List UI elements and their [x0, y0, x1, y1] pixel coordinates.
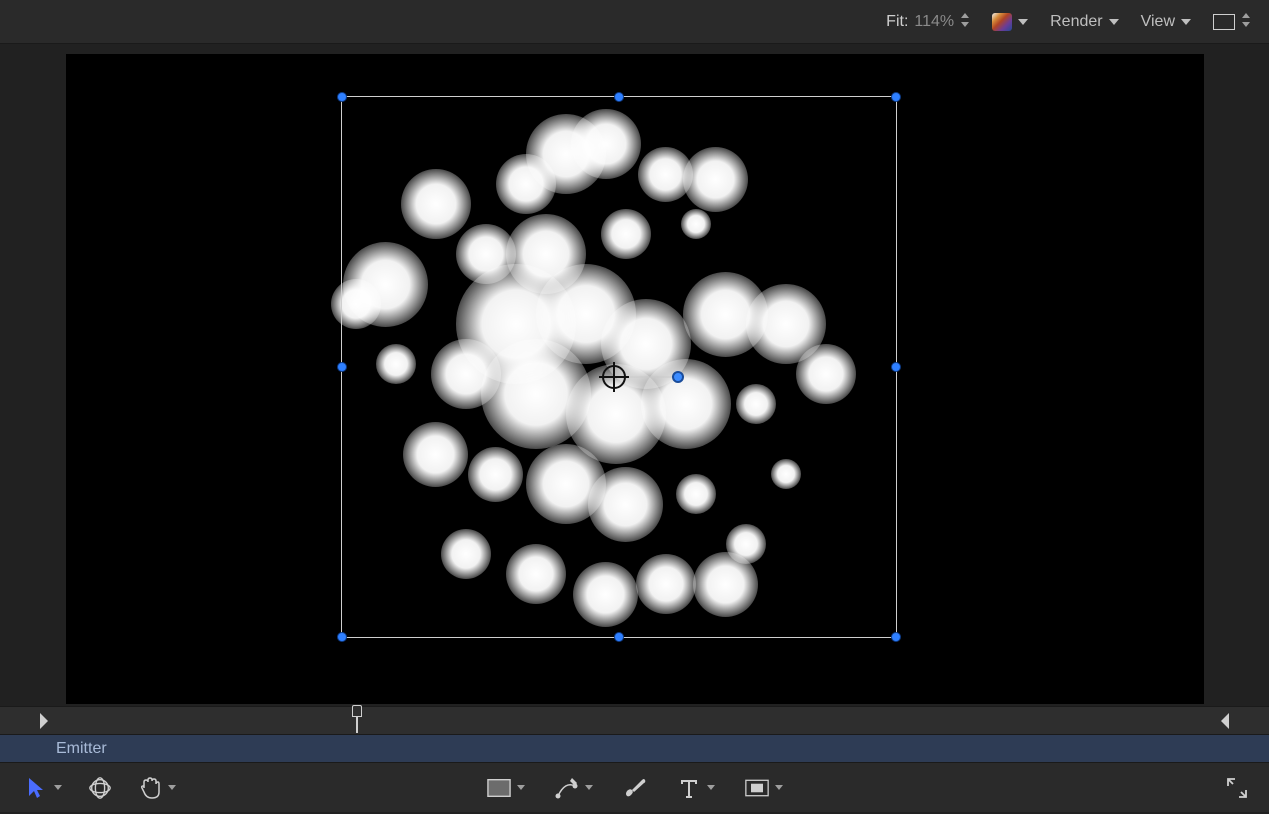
particle-blob [683, 147, 748, 212]
chevron-down-icon [585, 785, 593, 790]
selection-handle[interactable] [891, 632, 901, 642]
particle-blob [676, 474, 716, 514]
particle-blob [376, 344, 416, 384]
color-channel-menu[interactable] [992, 13, 1028, 31]
particle-blob [736, 384, 776, 424]
chevron-down-icon [517, 785, 525, 790]
particle-blob [771, 459, 801, 489]
selection-handle[interactable] [337, 362, 347, 372]
particle-blob [726, 524, 766, 564]
particle-blob [468, 447, 523, 502]
mini-timeline[interactable] [0, 706, 1269, 734]
playhead[interactable] [352, 705, 362, 733]
selection-handle[interactable] [891, 362, 901, 372]
stepper-icon [960, 12, 970, 31]
particle-blob [641, 359, 731, 449]
particle-blob [573, 562, 638, 627]
range-end-marker[interactable] [1221, 713, 1229, 729]
select-tool[interactable] [24, 776, 62, 800]
brush-tool-icon [623, 776, 647, 800]
particle-blob [681, 209, 711, 239]
canvas-area [0, 44, 1269, 706]
anchor-point-icon[interactable] [602, 365, 626, 389]
render-label: Render [1050, 13, 1102, 31]
particle-blob [506, 544, 566, 604]
particle-blob [601, 209, 651, 259]
particle-blob [441, 529, 491, 579]
particle-blob [496, 154, 556, 214]
rectangle-tool-icon [487, 776, 511, 800]
layout-menu[interactable] [1213, 12, 1251, 31]
particle-blob [403, 422, 468, 487]
selection-handle[interactable] [614, 632, 624, 642]
chevron-down-icon [1018, 19, 1028, 25]
color-swatch-icon [992, 13, 1012, 31]
selection-handle[interactable] [891, 92, 901, 102]
track-label-row[interactable]: Emitter [0, 734, 1269, 762]
chevron-down-icon [707, 785, 715, 790]
expand-icon [1225, 776, 1249, 800]
playhead-stem [356, 717, 358, 733]
bottom-toolbar [0, 762, 1269, 812]
selection-handle[interactable] [337, 92, 347, 102]
track-label: Emitter [56, 740, 107, 758]
text-tool[interactable] [677, 776, 715, 800]
playhead-icon [352, 705, 362, 717]
chevron-down-icon [775, 785, 783, 790]
particle-blob [796, 344, 856, 404]
mask-tool-icon [745, 776, 769, 800]
selection-handle[interactable] [614, 92, 624, 102]
particle-blob [588, 467, 663, 542]
chevron-down-icon [1181, 19, 1191, 25]
stepper-icon [1241, 12, 1251, 31]
pen-tool-icon [555, 776, 579, 800]
paint-stroke-tool[interactable] [623, 776, 647, 800]
viewer-top-bar: Fit: 114% Render View [0, 0, 1269, 44]
shape-tool[interactable] [487, 776, 525, 800]
particle-blob [401, 169, 471, 239]
viewport[interactable] [66, 54, 1204, 704]
pointer-icon [24, 776, 48, 800]
3d-transform-icon [88, 776, 112, 800]
render-menu[interactable]: Render [1050, 13, 1118, 31]
center-tool-group [487, 776, 783, 800]
chevron-down-icon [168, 785, 176, 790]
pen-tool[interactable] [555, 776, 593, 800]
text-tool-icon [677, 776, 701, 800]
chevron-down-icon [54, 785, 62, 790]
particle-blob [331, 279, 381, 329]
fit-label: Fit: [886, 13, 908, 31]
chevron-down-icon [1109, 19, 1119, 25]
rotation-handle[interactable] [672, 371, 684, 383]
3d-transform-tool[interactable] [88, 776, 112, 800]
range-start-marker[interactable] [40, 713, 48, 729]
layout-rect-icon [1213, 14, 1235, 30]
fit-zoom-control[interactable]: Fit: 114% [886, 12, 970, 31]
particle-blob [571, 109, 641, 179]
view-menu[interactable]: View [1141, 13, 1191, 31]
particle-blob [636, 554, 696, 614]
mask-tool[interactable] [745, 776, 783, 800]
view-label: View [1141, 13, 1175, 31]
fit-value: 114% [914, 13, 954, 31]
hand-tool[interactable] [138, 776, 176, 800]
hand-icon [138, 776, 162, 800]
selection-handle[interactable] [337, 632, 347, 642]
expand-viewer-button[interactable] [1225, 776, 1249, 800]
